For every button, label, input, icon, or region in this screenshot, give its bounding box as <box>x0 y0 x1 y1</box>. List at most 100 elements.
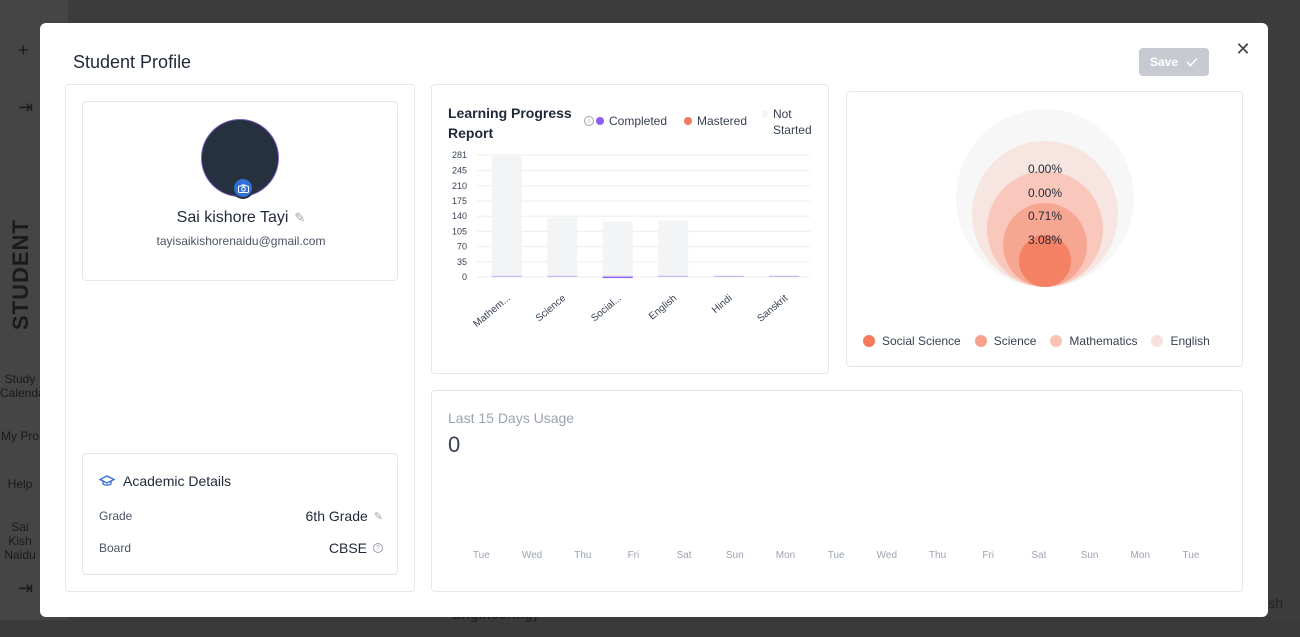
bar-baseline <box>602 275 633 277</box>
save-button-label: Save <box>1149 55 1179 69</box>
grade-value-text: 6th Grade <box>305 508 368 524</box>
x-tick-label: Hindi <box>710 293 735 316</box>
profile-name: Sai kishore Tayi ✎ <box>83 209 399 227</box>
usage-panel: Last 15 Days Usage 0 Tue Wed Thu Fri Sat Sun M… <box>431 390 1243 592</box>
usage-day-label: Tue <box>827 550 845 561</box>
info-icon: i <box>584 116 594 126</box>
usage-day-label: Sat <box>676 550 692 561</box>
login-icon: ⇥ <box>18 97 34 117</box>
legend-social-science-swatch <box>863 335 875 347</box>
subject-circle-chart: 0.00% 0.00% 0.71% 3.08% <box>956 109 1134 287</box>
grade-row: Grade 6th Grade ✎ <box>99 508 383 524</box>
bar-not-started <box>658 220 689 277</box>
usage-day-label: Thu <box>928 550 947 561</box>
usage-day-label: Fri <box>982 550 995 561</box>
academic-details-title: Academic Details <box>99 473 231 489</box>
logout-icon: ⇥ <box>18 578 34 598</box>
circle-value-label: 0.71% <box>1028 209 1062 223</box>
legend-mastered[interactable]: Mastered <box>684 114 747 128</box>
legend-mastered-swatch <box>684 117 692 125</box>
y-tick-label: 245 <box>452 166 467 176</box>
usage-day-label: Tue <box>472 550 490 561</box>
legend-english[interactable]: English <box>1151 334 1210 348</box>
academic-details-card: Academic Details Grade 6th Grade ✎ Board … <box>82 453 398 575</box>
usage-day-axis: Tue Wed Thu Fri Sat Sun Mon Tue Wed Thu Fri Sat Sun M… <box>456 550 1236 561</box>
bar-baseline <box>658 275 689 277</box>
legend-completed-swatch <box>596 117 604 125</box>
usage-day-label: Mon <box>775 550 796 561</box>
learning-progress-panel: Learning Progress Report i Completed Mas… <box>431 84 829 374</box>
y-tick-label: 105 <box>452 226 467 236</box>
subject-legend: Social Science Science Mathematics Engli… <box>863 334 1210 348</box>
edit-name-icon[interactable]: ✎ <box>294 210 305 225</box>
x-tick-label: Social... <box>589 293 623 324</box>
plus-icon: + <box>18 40 29 60</box>
profile-panel: Sai kishore Tayi ✎ tayisaikishorenaidu@gm… <box>65 84 415 592</box>
x-tick-label: English <box>647 293 679 323</box>
background-sidebar-item: My Pro <box>0 429 39 443</box>
background-sidebar-item: Study Calendar <box>0 372 49 400</box>
y-tick-label: 70 <box>457 242 467 252</box>
circle-value-label: 3.08% <box>1028 233 1062 247</box>
y-tick-label: 175 <box>452 196 467 206</box>
legend-mathematics[interactable]: Mathematics <box>1050 334 1137 348</box>
background-bottom-bar <box>0 620 1300 637</box>
profile-name-text: Sai kishore Tayi <box>176 209 289 226</box>
usage-day-label: Sat <box>1031 550 1047 561</box>
legend-not-started[interactable]: Not Started <box>762 106 818 138</box>
legend-completed-label: Completed <box>609 114 668 128</box>
usage-day-label: Fri <box>627 550 640 561</box>
usage-day-label: Wed <box>521 550 543 561</box>
background-sidebar-item: Sai Kish Naidu <box>4 520 36 562</box>
profile-email: tayisaikishorenaidu@gmail.com <box>156 234 326 248</box>
legend-mathematics-label: Mathematics <box>1069 334 1138 348</box>
y-tick-label: 35 <box>457 257 467 267</box>
legend-science-swatch <box>974 335 987 347</box>
subject-progress-panel: 0.00% 0.00% 0.71% 3.08% Social Science Scie… <box>846 91 1243 367</box>
usage-day-label: Sun <box>1080 550 1099 561</box>
help-icon[interactable]: ? <box>373 543 383 553</box>
legend-mathematics-swatch <box>1050 335 1063 347</box>
close-icon[interactable]: ✕ <box>1234 40 1252 58</box>
legend-mastered-label: Mastered <box>697 114 748 128</box>
bar-baseline <box>713 275 744 277</box>
usage-value: 0 <box>448 432 461 457</box>
y-tick-label: 210 <box>452 181 467 191</box>
x-tick-label: Mathem... <box>472 293 513 330</box>
circle-value-label: 0.00% <box>1028 186 1062 200</box>
background-brand: STUDENT <box>8 219 33 330</box>
modal-title: Student Profile <box>73 52 192 72</box>
edit-grade-icon[interactable]: ✎ <box>374 510 383 523</box>
legend-social-science-label: Social Science <box>882 334 961 348</box>
usage-day-label: Wed <box>876 550 898 561</box>
progress-title: Learning Progress Report <box>448 105 572 141</box>
academic-details-label: Academic Details <box>123 473 232 489</box>
check-icon <box>1186 57 1198 67</box>
legend-english-swatch <box>1151 335 1164 347</box>
bar-not-started <box>547 217 578 277</box>
y-tick-label: 140 <box>452 211 467 221</box>
legend-completed[interactable]: i Completed <box>584 114 667 128</box>
camera-icon[interactable] <box>232 177 254 199</box>
board-row: Board CBSE? <box>99 540 383 556</box>
usage-title: Last 15 Days Usage <box>448 410 575 426</box>
progress-bar-chart: 281 245 210 175 140 105 70 35 0 Mathem... Science S… <box>452 150 810 330</box>
legend-not-started-label: Not Started <box>772 107 812 137</box>
usage-day-label: Tue <box>1182 550 1200 561</box>
legend-not-started-swatch <box>762 110 768 118</box>
bar-baseline <box>547 275 578 277</box>
y-tick-label: 0 <box>462 272 467 282</box>
student-profile-modal: Student Profile Save ✕ Sai kishore Tayi ✎… <box>40 23 1268 617</box>
grade-label: Grade <box>99 509 133 523</box>
circle-value-label: 0.00% <box>1028 162 1062 176</box>
save-button[interactable]: Save <box>1139 48 1209 76</box>
board-value-text: CBSE <box>328 540 367 556</box>
x-tick-label: Sanskrit <box>755 293 790 325</box>
bar-not-started <box>491 155 522 277</box>
legend-social-science[interactable]: Social Science <box>863 334 961 348</box>
legend-science[interactable]: Science <box>974 334 1036 348</box>
bar-not-started <box>602 221 633 277</box>
grade-value: 6th Grade ✎ <box>306 508 383 524</box>
y-tick-label: 281 <box>452 150 467 160</box>
board-label: Board <box>99 541 132 555</box>
